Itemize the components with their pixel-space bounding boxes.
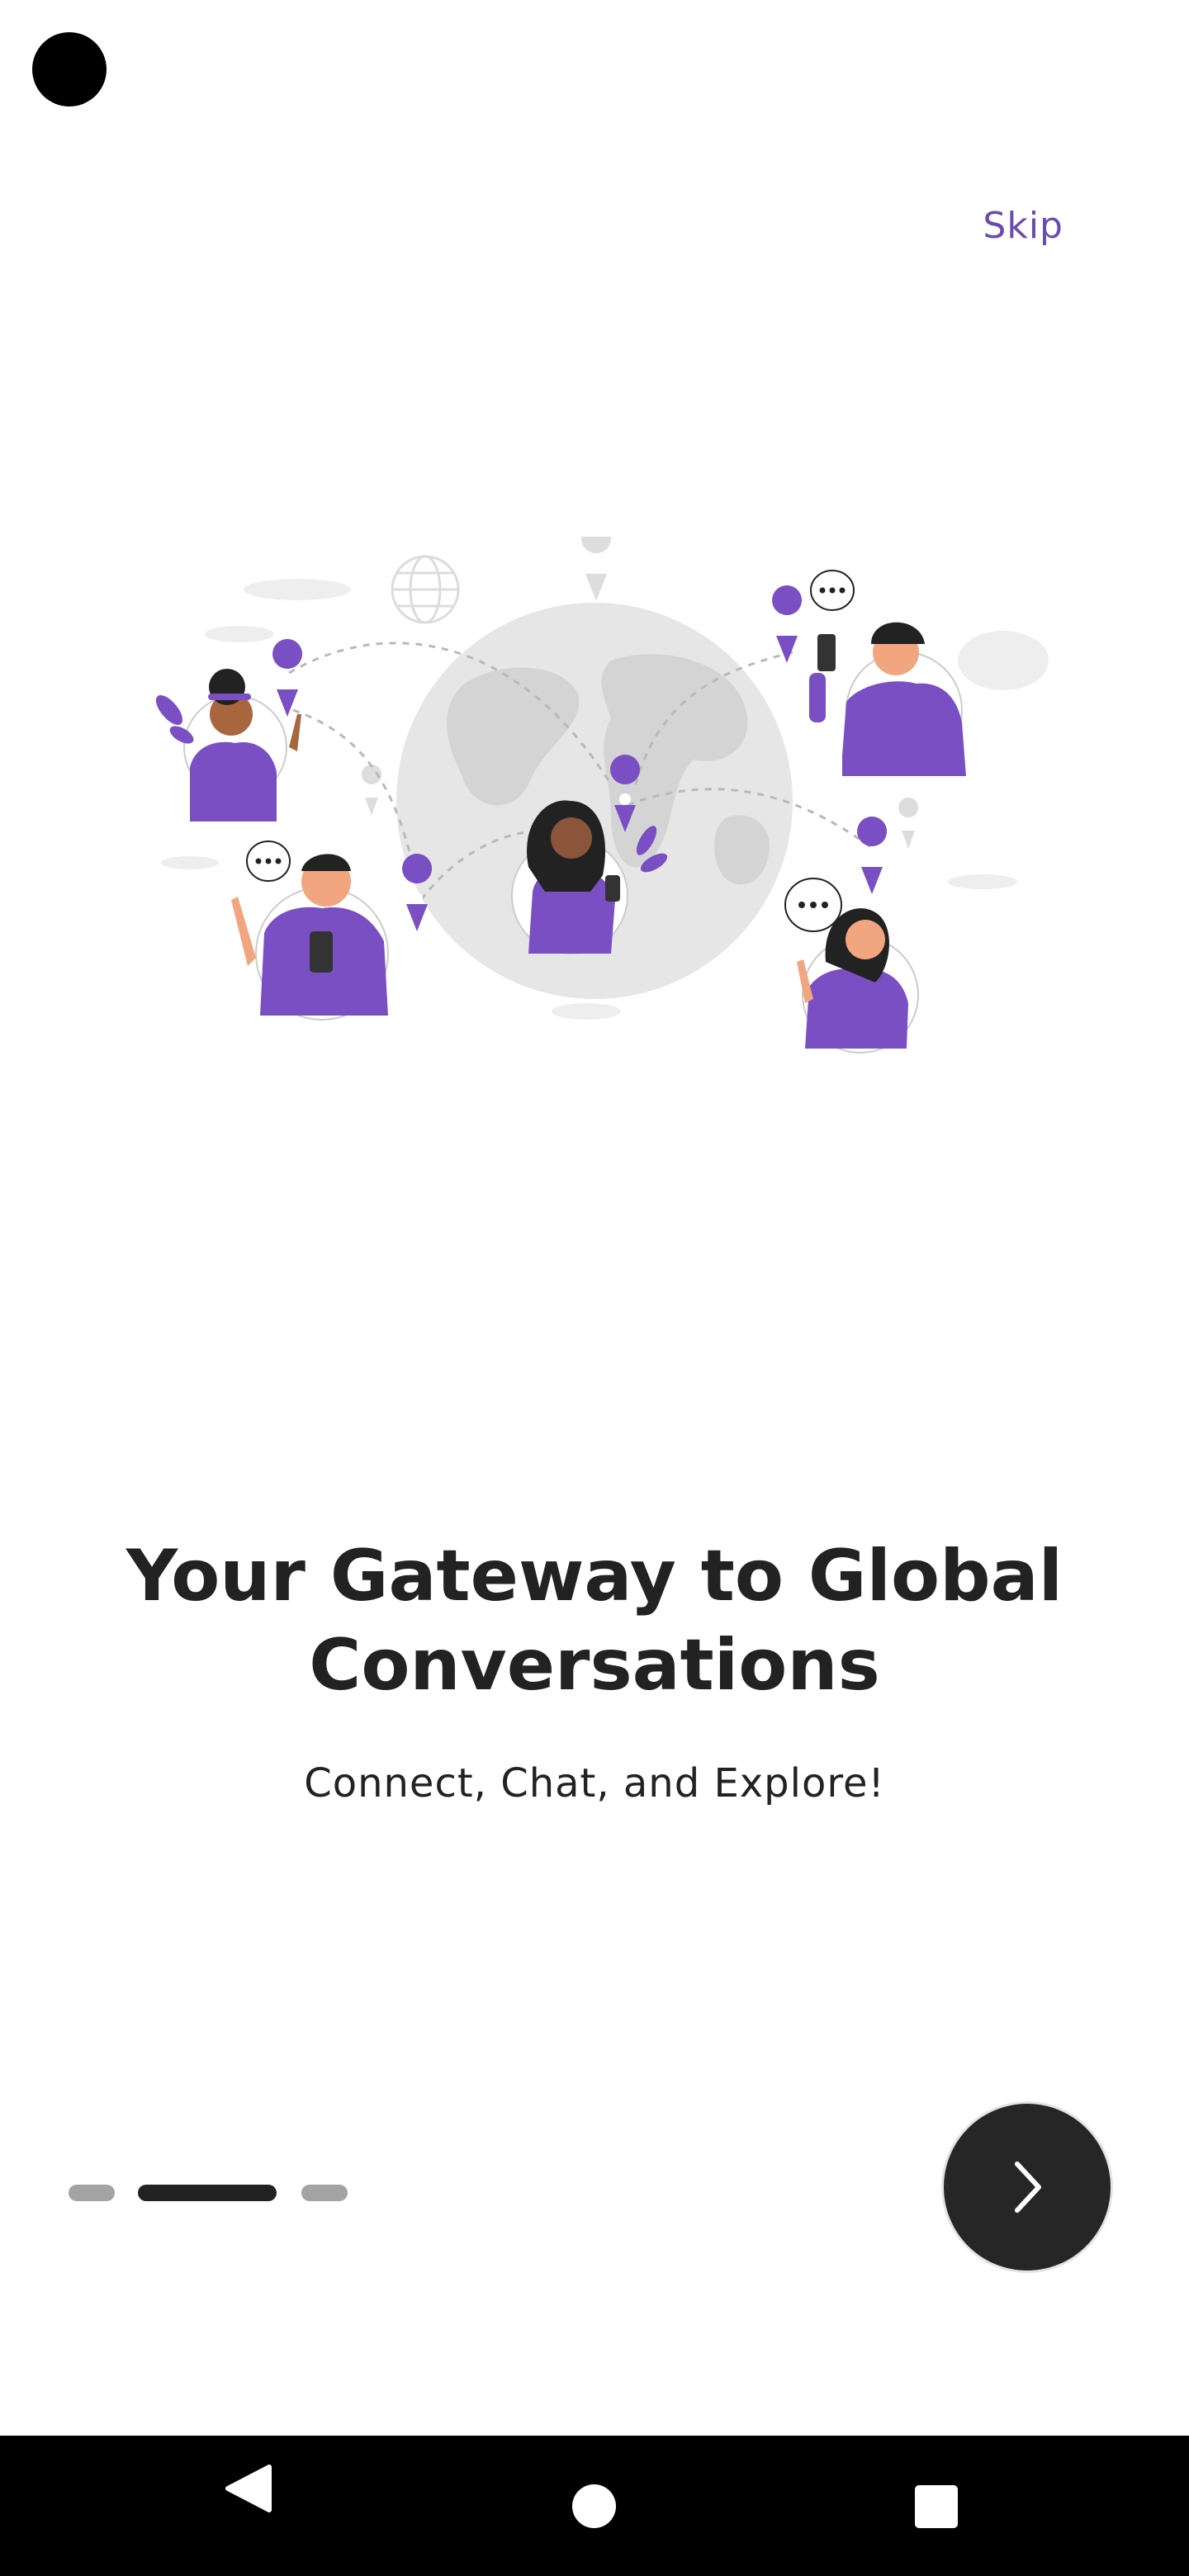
onboarding-subtitle: Connect, Chat, and Explore! <box>304 1760 885 1807</box>
page-dot-1 <box>69 2185 115 2201</box>
next-button[interactable] <box>944 2104 1111 2271</box>
onboarding-title: Your Gateway to Global Conversations <box>126 1535 1063 1707</box>
chevron-right-icon <box>1015 2162 1041 2213</box>
skip-button[interactable]: Skip <box>983 205 1063 247</box>
home-circle-icon[interactable] <box>572 2484 616 2528</box>
system-navigation-bar <box>0 2436 1189 2576</box>
recents-square-icon[interactable] <box>915 2485 958 2528</box>
global-chat-illustration <box>155 537 1049 1054</box>
back-triangle-icon[interactable] <box>223 2464 274 2513</box>
camera-cutout <box>32 32 107 107</box>
page-dot-2-active <box>138 2185 277 2201</box>
page-dot-3 <box>301 2185 348 2201</box>
